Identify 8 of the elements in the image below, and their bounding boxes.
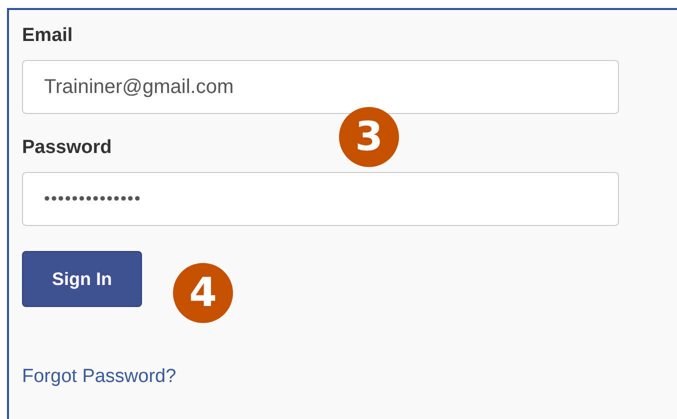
email-field[interactable]: Traininer@gmail.com (22, 60, 619, 114)
field-label: Password (22, 136, 113, 160)
sign-in-button[interactable]: Sign In (22, 251, 142, 307)
forgot-password-link[interactable]: Forgot Password? (22, 366, 176, 388)
step-number-badge: 4 (173, 263, 233, 323)
step-number-badge: 3 (339, 107, 399, 167)
field-label: Email (22, 24, 74, 48)
password-field[interactable]: •••••••••••••• (22, 172, 619, 226)
